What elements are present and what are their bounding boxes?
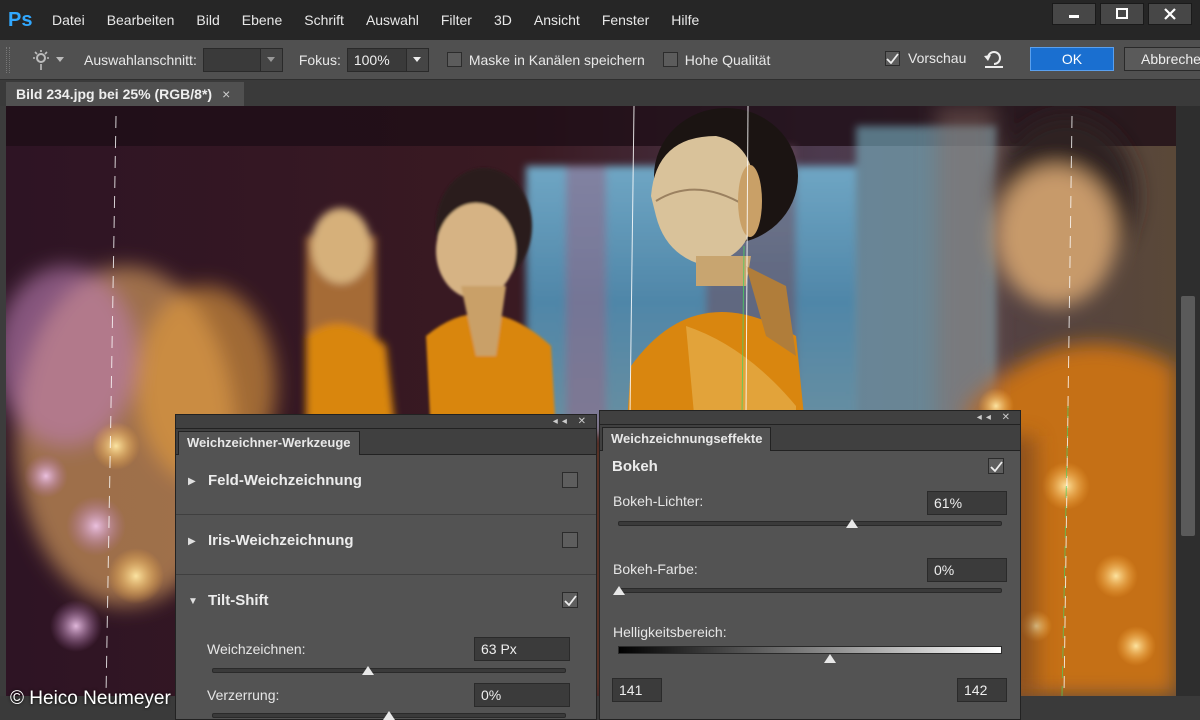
- field-blur-checkbox[interactable]: [562, 472, 578, 488]
- menu-ansicht[interactable]: Ansicht: [534, 12, 580, 28]
- document-title: Bild 234.jpg bei 25% (RGB/8*): [16, 86, 213, 102]
- section-field-blur[interactable]: ▶ Feld-Weichzeichnung: [176, 455, 596, 515]
- photoshop-logo: Ps: [8, 9, 33, 31]
- panel-tab-bar: Weichzeichnungseffekte: [600, 425, 1020, 451]
- options-bar: Auswahlanschnitt: Fokus: 100% Maske in K…: [0, 40, 1200, 80]
- chevron-down-icon: [413, 56, 422, 62]
- preview-label: Vorschau: [908, 50, 967, 66]
- window-controls: [1052, 3, 1192, 25]
- focus-label: Fokus:: [298, 51, 341, 68]
- menu-fenster[interactable]: Fenster: [602, 12, 649, 28]
- quality-label: Hohe Qualität: [684, 51, 771, 68]
- menu-bearbeiten[interactable]: Bearbeiten: [107, 12, 175, 28]
- close-icon: [1164, 8, 1176, 20]
- maximize-icon: [1116, 8, 1128, 19]
- copyright-watermark: © Heico Neumeyer: [10, 688, 171, 709]
- panel-header: ◂◂ ✕: [176, 415, 596, 429]
- checkmark-icon: [886, 53, 899, 64]
- distortion-label: Verzerrung:: [207, 687, 280, 703]
- expand-triangle-icon[interactable]: ▶: [188, 536, 196, 547]
- menu-ebene[interactable]: Ebene: [242, 12, 282, 28]
- panel-header: ◂◂ ✕: [600, 411, 1020, 425]
- maximize-button[interactable]: [1100, 3, 1144, 25]
- blur-tools-panel: ◂◂ ✕ Weichzeichner-Werkzeuge ▶ Feld-Weic…: [175, 414, 597, 720]
- light-range-low-field[interactable]: 141: [612, 678, 662, 702]
- bokeh-lights-label: Bokeh-Lichter:: [613, 493, 704, 509]
- menu-datei[interactable]: Datei: [52, 12, 85, 28]
- tool-preset-picker[interactable]: [30, 49, 70, 71]
- collapse-triangle-icon[interactable]: ▼: [188, 596, 198, 607]
- selection-dropdown[interactable]: [202, 47, 283, 72]
- reset-pins-icon[interactable]: [982, 48, 1006, 70]
- menu-bild[interactable]: Bild: [196, 12, 219, 28]
- preview-checkbox[interactable]: [885, 51, 900, 66]
- iris-blur-checkbox[interactable]: [562, 532, 578, 548]
- collapse-close-icons[interactable]: ◂◂ ✕: [553, 415, 590, 429]
- tab-blur-tools[interactable]: Weichzeichner-Werkzeuge: [178, 431, 360, 455]
- close-tab-icon[interactable]: ×: [222, 86, 230, 102]
- section-iris-blur[interactable]: ▶ Iris-Weichzeichnung: [176, 515, 596, 575]
- focus-value[interactable]: 100%: [348, 49, 406, 71]
- distortion-slider[interactable]: [212, 711, 566, 720]
- blur-amount-slider[interactable]: [212, 666, 566, 675]
- minimize-button[interactable]: [1052, 3, 1096, 25]
- bokeh-lights-knob[interactable]: [846, 519, 859, 528]
- tilt-shift-checkbox[interactable]: [562, 592, 578, 608]
- light-range-knob[interactable]: [824, 654, 837, 663]
- bokeh-lights-field[interactable]: 61%: [927, 491, 1007, 515]
- section-tilt-shift[interactable]: ▼ Tilt-Shift: [176, 575, 596, 635]
- section-title: Iris-Weichzeichnung: [208, 532, 354, 549]
- mask-checkbox[interactable]: [446, 52, 462, 67]
- light-range-label: Helligkeitsbereich:: [613, 624, 727, 640]
- bokeh-color-label: Bokeh-Farbe:: [613, 561, 698, 577]
- menu-auswahl[interactable]: Auswahl: [366, 12, 419, 28]
- chevron-down-icon: [56, 56, 64, 62]
- focus-dropdown-arrow[interactable]: [405, 48, 428, 71]
- scrollbar-thumb[interactable]: [1181, 296, 1195, 536]
- ok-button[interactable]: OK: [1030, 47, 1114, 71]
- blur-amount-field[interactable]: 63 Px: [474, 637, 570, 661]
- light-range-high-field[interactable]: 142: [957, 678, 1007, 702]
- menu-schrift[interactable]: Schrift: [304, 12, 344, 28]
- panel-tab-bar: Weichzeichner-Werkzeuge: [176, 429, 596, 455]
- tab-blur-effects[interactable]: Weichzeichnungseffekte: [602, 427, 772, 451]
- vertical-scrollbar[interactable]: [1176, 106, 1200, 696]
- document-tab-bar: Bild 234.jpg bei 25% (RGB/8*) ×: [0, 80, 1200, 106]
- document-tab[interactable]: Bild 234.jpg bei 25% (RGB/8*) ×: [6, 82, 245, 106]
- selection-value: [204, 49, 260, 71]
- minimize-icon: [1069, 15, 1079, 18]
- light-range-gradient[interactable]: [618, 646, 1002, 663]
- quality-checkbox[interactable]: [662, 52, 678, 67]
- chevron-down-icon: [267, 56, 276, 62]
- selection-dropdown-arrow[interactable]: [259, 48, 282, 71]
- bokeh-title: Bokeh: [612, 458, 658, 475]
- distortion-field[interactable]: 0%: [474, 683, 570, 707]
- bokeh-color-slider[interactable]: [613, 586, 1002, 595]
- menu-bar: Ps Datei Bearbeiten Bild Ebene Schrift A…: [0, 0, 1200, 40]
- options-bar-grip[interactable]: [6, 46, 10, 73]
- bokeh-color-knob[interactable]: [613, 586, 625, 595]
- bokeh-checkbox[interactable]: [988, 458, 1004, 474]
- checkmark-icon: [563, 594, 577, 606]
- checkmark-icon: [989, 460, 1003, 472]
- expand-triangle-icon[interactable]: ▶: [188, 476, 196, 487]
- bokeh-lights-slider[interactable]: [618, 519, 1002, 528]
- mask-label: Maske in Kanälen speichern: [468, 51, 645, 68]
- blur-amount-label: Weichzeichnen:: [207, 641, 306, 657]
- pin-tool-icon: [33, 49, 49, 70]
- distortion-knob[interactable]: [383, 711, 395, 720]
- menu-hilfe[interactable]: Hilfe: [671, 12, 699, 28]
- menu-filter[interactable]: Filter: [441, 12, 472, 28]
- menu-3d[interactable]: 3D: [494, 12, 512, 28]
- close-window-button[interactable]: [1148, 3, 1192, 25]
- blur-amount-knob[interactable]: [361, 666, 374, 675]
- collapse-close-icons[interactable]: ◂◂ ✕: [977, 411, 1014, 425]
- focus-dropdown[interactable]: 100%: [346, 47, 429, 72]
- cancel-button[interactable]: Abbrechen: [1124, 47, 1200, 71]
- blur-effects-panel: ◂◂ ✕ Weichzeichnungseffekte Bokeh Bokeh-…: [599, 410, 1021, 720]
- section-title: Tilt-Shift: [208, 592, 269, 609]
- selection-label: Auswahlanschnitt:: [84, 51, 197, 68]
- section-title: Feld-Weichzeichnung: [208, 472, 362, 489]
- bokeh-color-field[interactable]: 0%: [927, 558, 1007, 582]
